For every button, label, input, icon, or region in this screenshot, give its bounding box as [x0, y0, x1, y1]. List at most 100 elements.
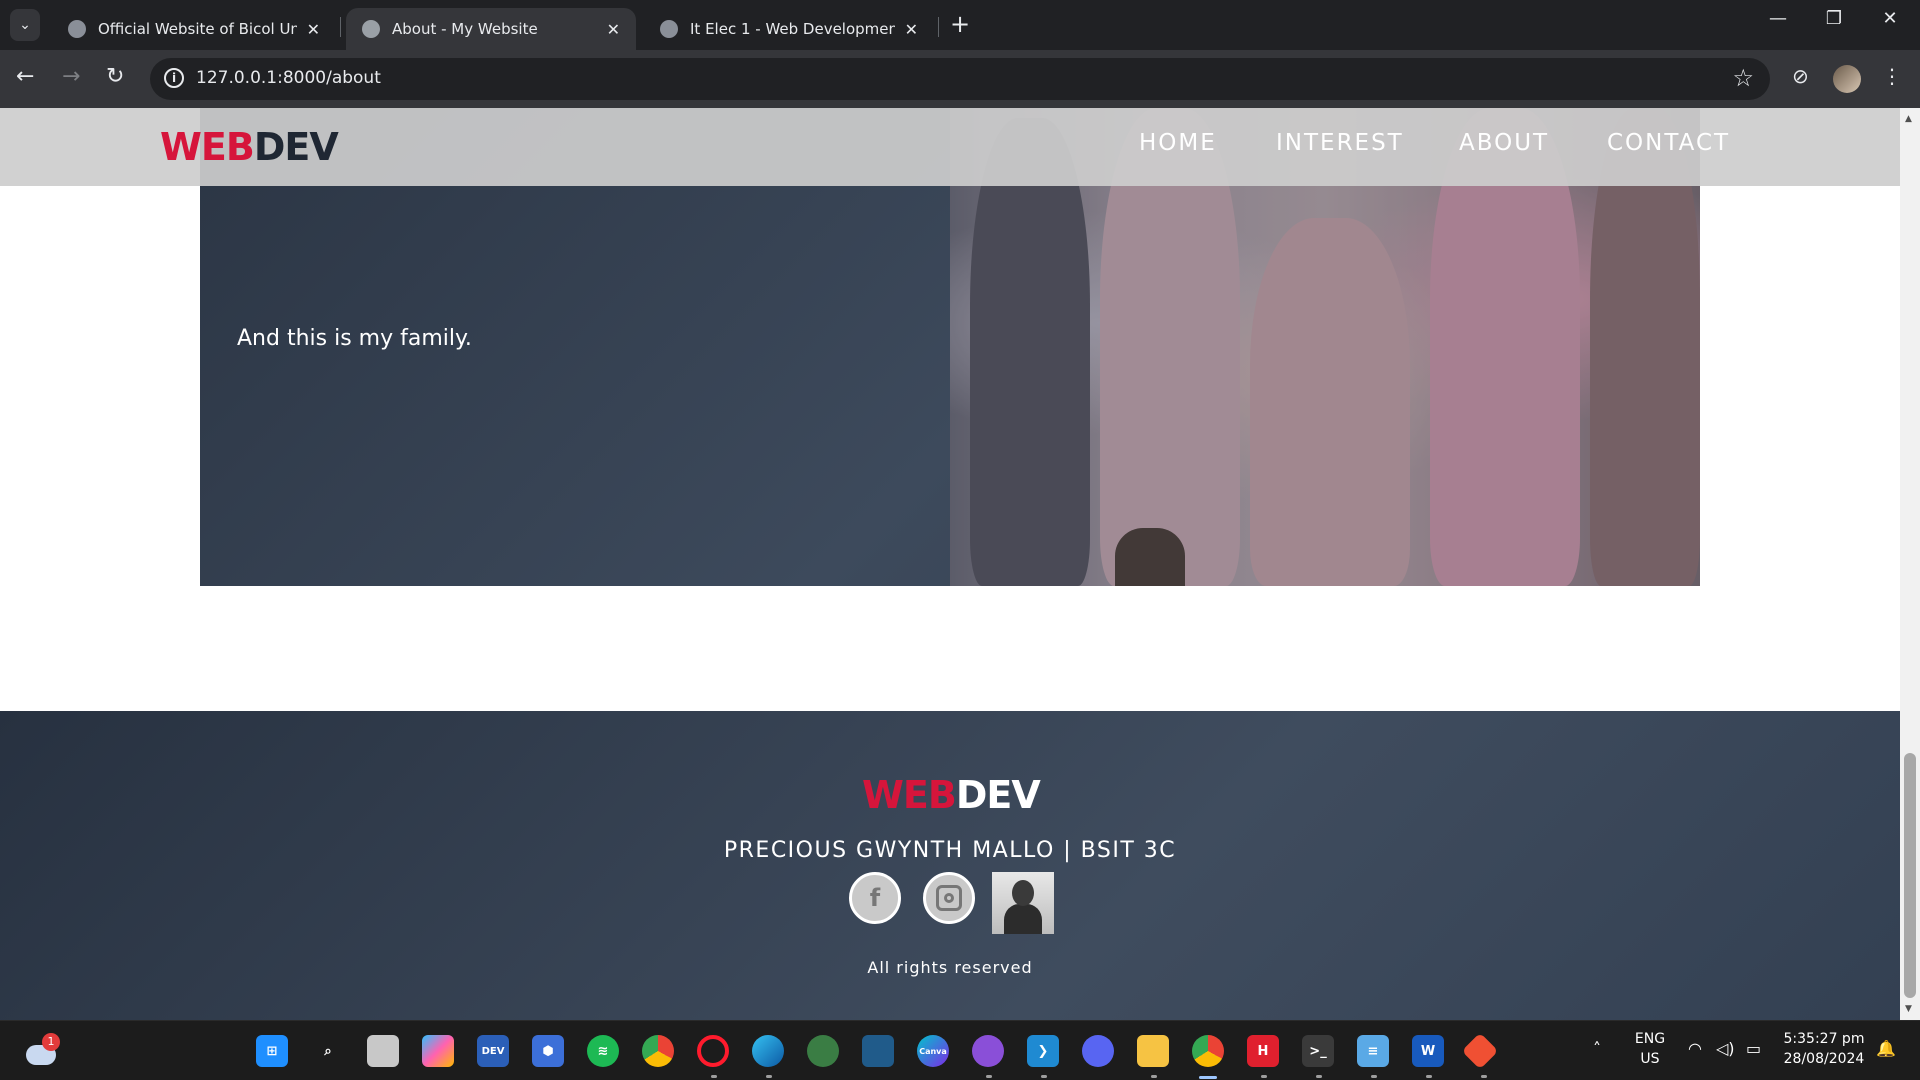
address-bar[interactable]: i 127.0.0.1:8000/about ☆	[150, 58, 1770, 100]
forward-arrow-icon[interactable]: →	[62, 64, 80, 89]
chrome-profile-icon[interactable]	[1192, 1035, 1224, 1067]
new-tab-plus-icon[interactable]: +	[950, 10, 970, 38]
extension-icon[interactable]: ⊘	[1792, 64, 1809, 88]
globe-favicon-icon	[362, 20, 380, 38]
notification-bell-icon[interactable]: 🔔	[1876, 1039, 1896, 1058]
word-icon[interactable]: W	[1412, 1035, 1444, 1067]
terminal-icon[interactable]: >_	[1302, 1035, 1334, 1067]
spotify-icon[interactable]: ≋	[587, 1035, 619, 1067]
active-indicator	[1199, 1076, 1217, 1079]
tab-about-my-website[interactable]: About - My Website ✕	[346, 8, 636, 50]
footer-logo: WEBDEV	[862, 773, 1041, 817]
running-indicator	[1151, 1075, 1157, 1078]
vscode-icon[interactable]: ❯	[1027, 1035, 1059, 1067]
close-icon[interactable]: ✕	[607, 20, 620, 39]
close-icon[interactable]: ✕	[307, 20, 320, 39]
tab-title: About - My Website	[392, 20, 538, 38]
reload-icon[interactable]: ↻	[106, 64, 124, 89]
avatar-head	[1012, 880, 1034, 906]
discord-icon[interactable]	[1082, 1035, 1114, 1067]
family-caption: And this is my family.	[237, 326, 472, 351]
tab-separator	[938, 17, 939, 37]
back-arrow-icon[interactable]: ←	[16, 64, 34, 89]
tab-search-button[interactable]: ⌄	[10, 9, 40, 41]
site-logo[interactable]: WEBDEV	[160, 125, 339, 169]
bookmark-star-icon[interactable]: ☆	[1732, 64, 1754, 92]
git-icon[interactable]	[1461, 1032, 1499, 1070]
running-indicator	[1261, 1075, 1267, 1078]
logo-dev-text: DEV	[253, 125, 339, 169]
scrollbar-thumb[interactable]	[1904, 753, 1916, 998]
window-close-icon[interactable]: ✕	[1870, 8, 1910, 29]
tab-bicol-university[interactable]: Official Website of Bicol Univers ✕	[52, 8, 336, 50]
language-primary[interactable]: ENG	[1628, 1031, 1672, 1047]
copilot-icon[interactable]	[422, 1035, 454, 1067]
notification-badge: 1	[42, 1033, 60, 1051]
author-name: PRECIOUS GWYNTH MALLO | BSIT 3C	[723, 838, 1177, 863]
nav-interest-link[interactable]: INTEREST	[1276, 130, 1404, 156]
hackerrank-icon[interactable]: H	[1247, 1035, 1279, 1067]
scroll-down-arrow-icon[interactable]: ▼	[1905, 1004, 1912, 1014]
facebook-icon[interactable]: f	[849, 872, 901, 924]
site-info-icon[interactable]: i	[164, 68, 184, 88]
menu-kebab-icon[interactable]: ⋮	[1882, 64, 1902, 88]
file-explorer-icon[interactable]	[1137, 1035, 1169, 1067]
opera-icon[interactable]	[697, 1035, 729, 1067]
restore-icon[interactable]: ❐	[1814, 8, 1854, 29]
devhome-icon[interactable]: DEV	[477, 1035, 509, 1067]
running-indicator	[711, 1075, 717, 1078]
tab-title: It Elec 1 - Web Development: La	[690, 20, 895, 38]
site-footer: WEBDEV PRECIOUS GWYNTH MALLO | BSIT 3C f…	[0, 711, 1900, 1020]
windows-start-icon[interactable]: ⊞	[256, 1035, 288, 1067]
nav-home-link[interactable]: HOME	[1139, 130, 1217, 156]
minimize-icon[interactable]: —	[1758, 8, 1798, 29]
gear-favicon-icon	[660, 20, 678, 38]
avatar-body	[1004, 904, 1042, 934]
search-icon[interactable]: ⌕	[312, 1035, 344, 1067]
logo-dev-text: DEV	[955, 773, 1041, 817]
chrome-icon[interactable]	[642, 1035, 674, 1067]
language-region[interactable]: US	[1628, 1051, 1672, 1067]
tab-it-elec[interactable]: It Elec 1 - Web Development: La ✕	[644, 8, 934, 50]
site-header: WEBDEV HOME INTEREST ABOUT CONTACT	[0, 108, 1900, 186]
git-extension-icon[interactable]	[807, 1035, 839, 1067]
instagram-icon[interactable]	[923, 872, 975, 924]
notepad-icon[interactable]: ≡	[1357, 1035, 1389, 1067]
nav-contact-link[interactable]: CONTACT	[1607, 130, 1730, 156]
browser-toolbar: ← → ↻ i 127.0.0.1:8000/about ☆ ⊘ ⋮	[0, 50, 1920, 108]
running-indicator	[1316, 1075, 1322, 1078]
battery-icon[interactable]: ▭	[1746, 1039, 1761, 1058]
nav-about-link[interactable]: ABOUT	[1459, 130, 1549, 156]
tab-title: Official Website of Bicol Univers	[98, 20, 297, 38]
weather-widget[interactable]: 1	[24, 1033, 60, 1069]
windows-taskbar: 1 ⊞ ⌕ DEV ⬢ ≋ Canva ❯ H >_ ≡ W ˄ ENG US …	[0, 1020, 1920, 1080]
page-scrollbar[interactable]: ▲ ▼	[1900, 108, 1920, 1020]
url-text[interactable]: 127.0.0.1:8000/about	[196, 68, 381, 88]
github-desktop-icon[interactable]	[972, 1035, 1004, 1067]
profile-avatar[interactable]	[1833, 65, 1861, 93]
scroll-up-arrow-icon[interactable]: ▲	[1905, 114, 1912, 124]
edge-icon[interactable]	[752, 1035, 784, 1067]
canva-icon[interactable]: Canva	[917, 1035, 949, 1067]
close-icon[interactable]: ✕	[905, 20, 918, 39]
page-viewport: And this is my family. WEBDEV HOME INTER…	[0, 108, 1900, 1020]
tab-separator	[340, 17, 341, 37]
logo-web-text: WEB	[160, 125, 255, 169]
wifi-icon[interactable]: ◠	[1688, 1039, 1702, 1058]
running-indicator	[766, 1075, 772, 1078]
mysql-workbench-icon[interactable]	[862, 1035, 894, 1067]
gear-favicon-icon	[68, 20, 86, 38]
task-view-icon[interactable]	[367, 1035, 399, 1067]
author-photo[interactable]	[992, 872, 1054, 934]
running-indicator	[1371, 1075, 1377, 1078]
browser-tab-bar: ⌄ Official Website of Bicol Univers ✕ Ab…	[0, 0, 1920, 50]
logo-web-text: WEB	[862, 773, 957, 817]
clock-date[interactable]: 28/08/2024	[1776, 1051, 1872, 1067]
clock-time[interactable]: 5:35:27 pm	[1776, 1031, 1872, 1047]
vpn-shield-icon[interactable]: ⬢	[532, 1035, 564, 1067]
running-indicator	[1481, 1075, 1487, 1078]
running-indicator	[1426, 1075, 1432, 1078]
chevron-up-icon[interactable]: ˄	[1593, 1039, 1601, 1058]
volume-icon[interactable]: ◁)	[1716, 1039, 1735, 1058]
running-indicator	[986, 1075, 992, 1078]
